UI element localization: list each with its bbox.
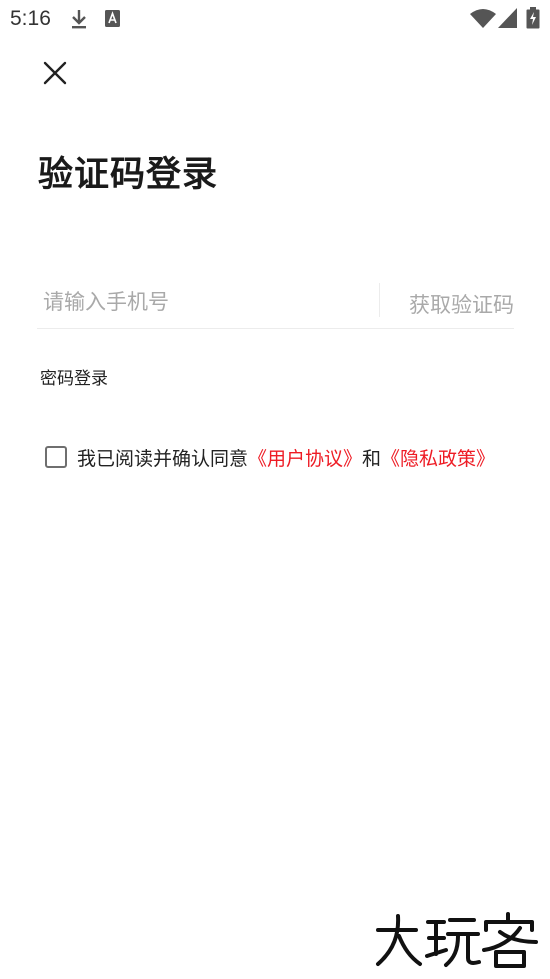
battery-icon [526,7,540,33]
status-bar: 5:16 [0,0,550,38]
close-button[interactable] [38,56,72,90]
agreement-row: 我已阅读并确认同意 《用户协议》 和 《隐私政策》 [45,444,495,470]
phone-input[interactable] [43,284,373,320]
watermark-logo [372,910,542,970]
wifi-icon [470,9,496,32]
agreement-and-text: 和 [362,447,382,470]
page-title: 验证码登录 [38,155,219,195]
download-icon [70,8,88,34]
password-login-link[interactable]: 密码登录 [40,364,108,389]
input-divider [379,283,380,317]
privacy-policy-link[interactable]: 《隐私政策》 [381,444,495,471]
status-time: 5:16 [10,7,51,30]
close-icon [43,61,67,85]
agreement-checkbox[interactable] [45,446,67,468]
get-code-button[interactable]: 获取验证码 [409,289,514,319]
signal-icon [498,8,517,32]
user-agreement-link[interactable]: 《用户协议》 [248,444,362,471]
agreement-prefix-text: 我已阅读并确认同意 [77,447,249,470]
text-notification-icon [105,10,120,31]
phone-input-row: 获取验证码 [37,278,514,329]
